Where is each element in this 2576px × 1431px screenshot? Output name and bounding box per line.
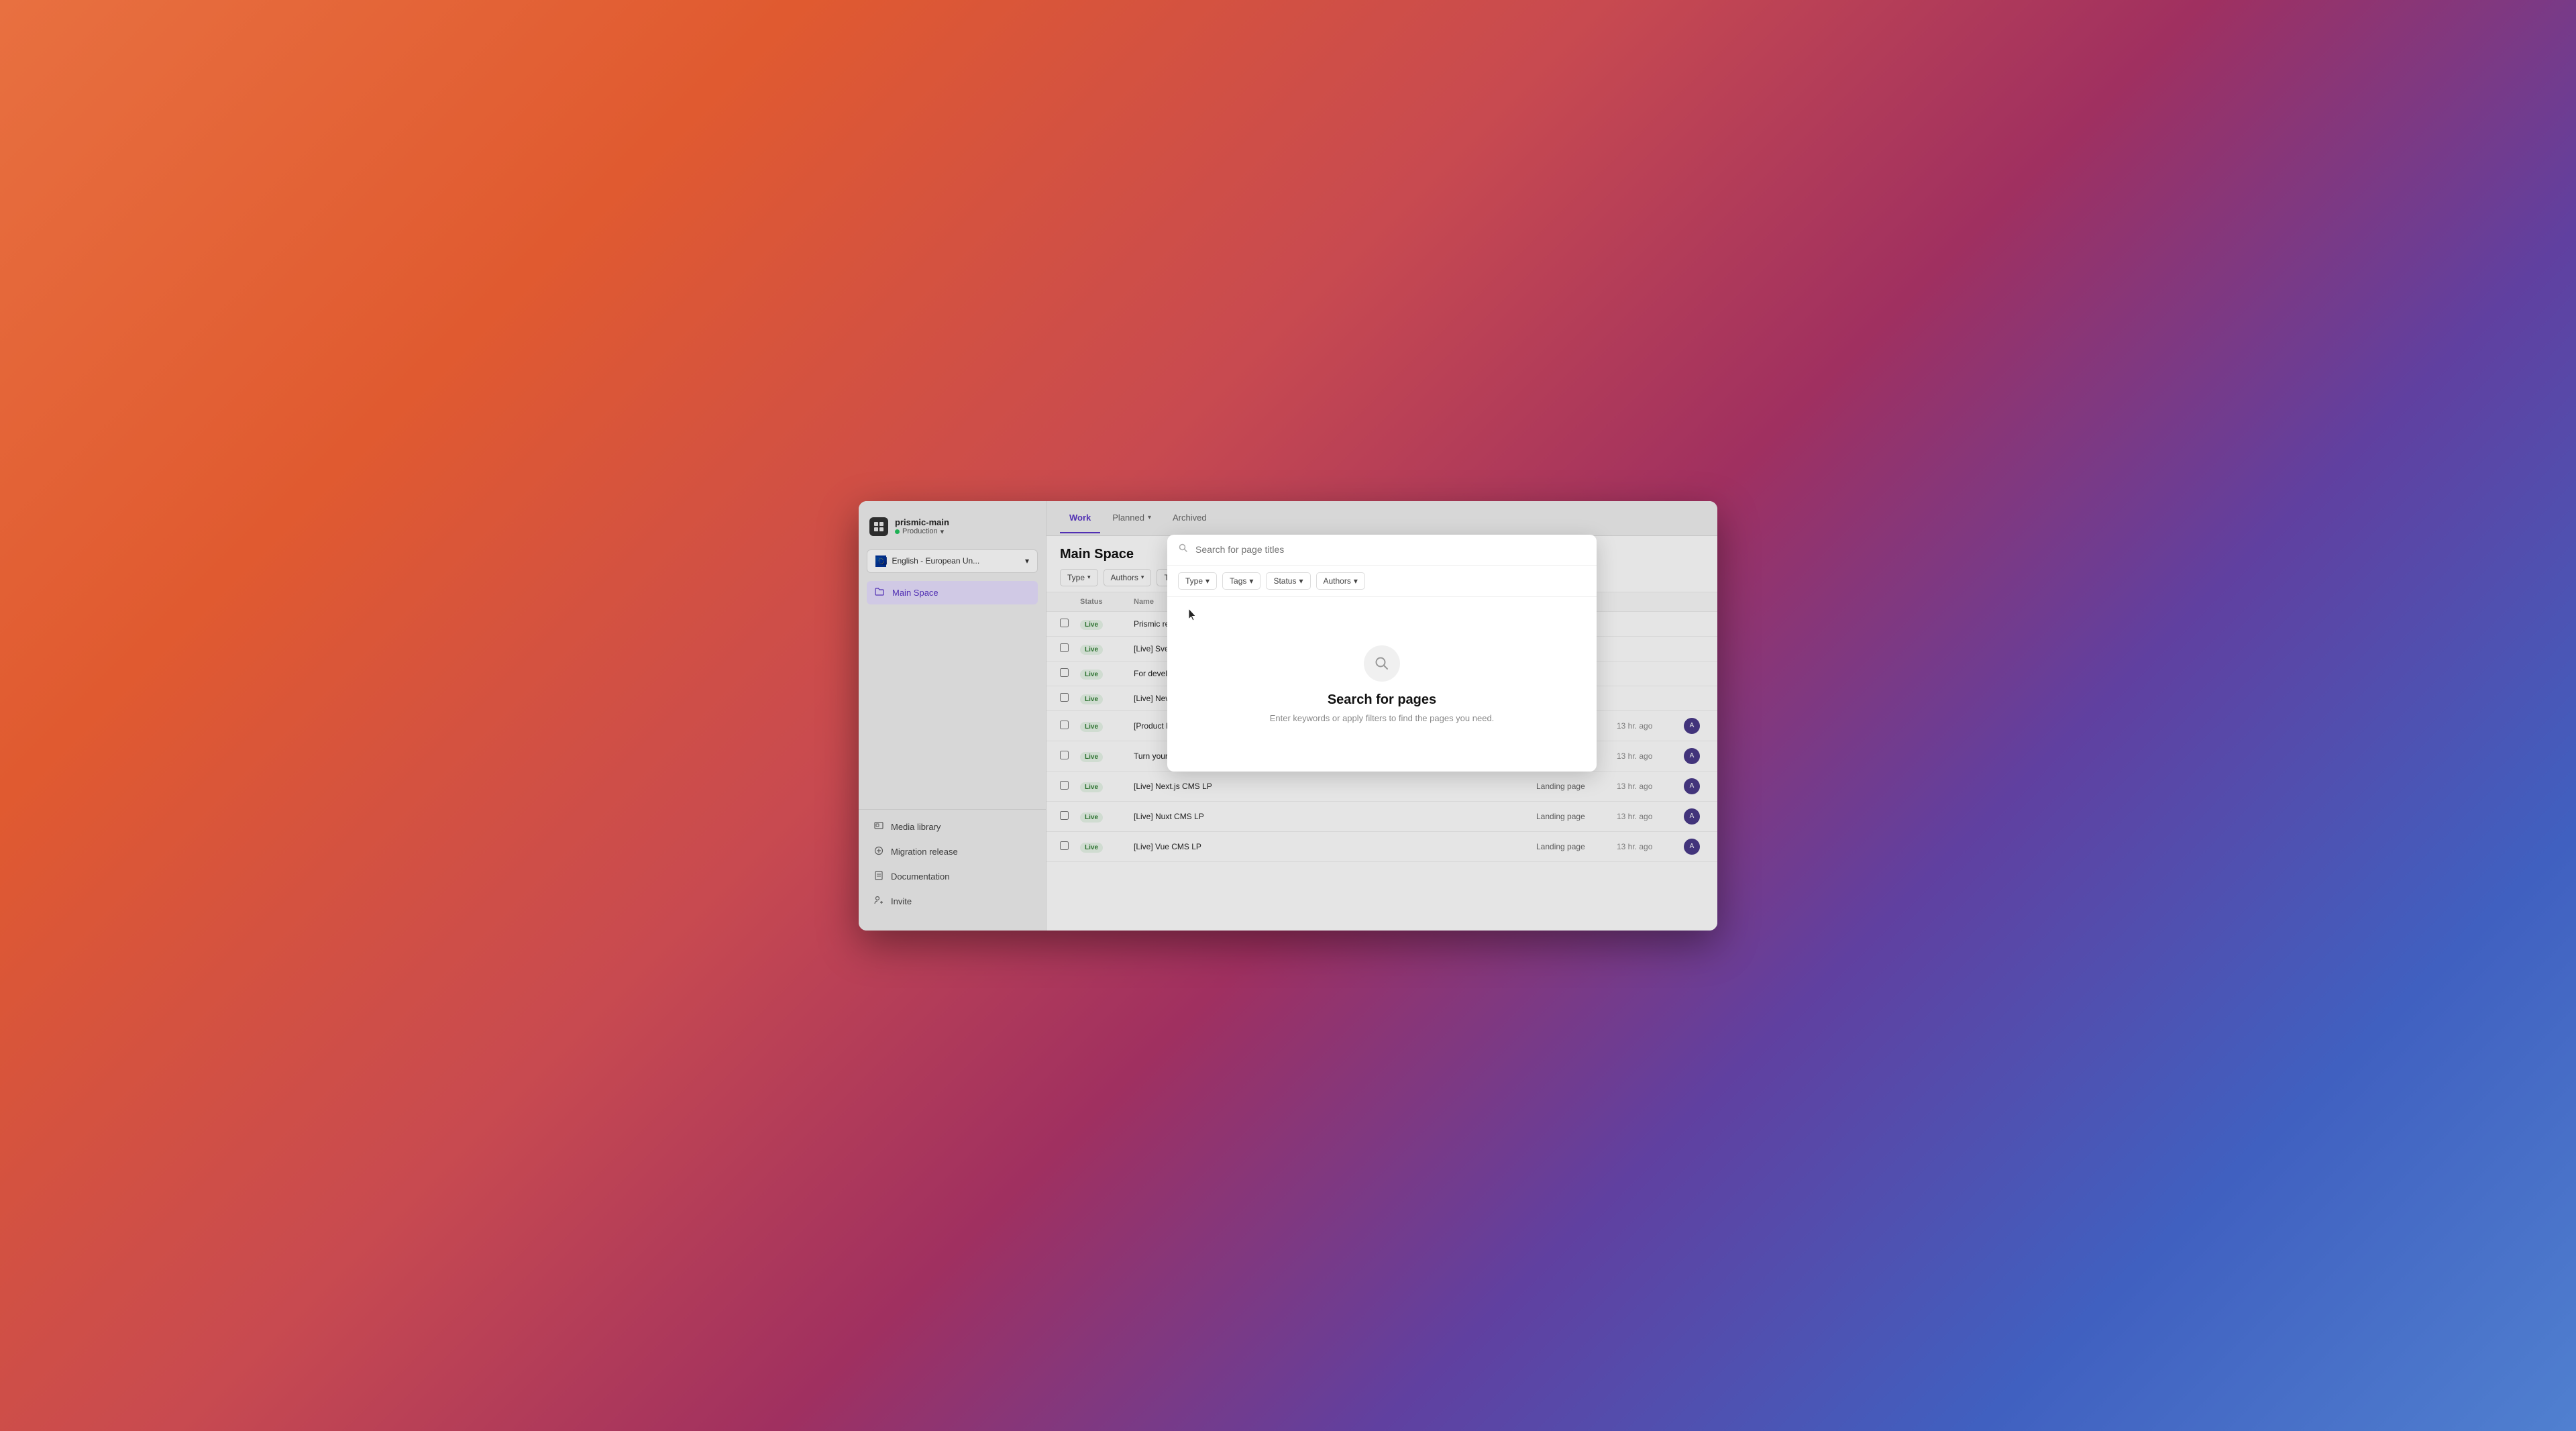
search-input-row (1167, 535, 1597, 566)
search-empty-subtext: Enter keywords or apply filters to find … (1270, 713, 1495, 723)
search-filter-tags-arrow: ▾ (1249, 576, 1253, 586)
search-empty-icon (1364, 645, 1400, 682)
modal-overlay[interactable]: Type ▾ Tags ▾ Status ▾ Authors ▾ (859, 501, 1717, 931)
search-icon (1178, 543, 1189, 557)
search-filter-authors[interactable]: Authors ▾ (1316, 572, 1365, 590)
search-filter-type-arrow: ▾ (1205, 576, 1210, 586)
search-filter-status-label: Status (1273, 576, 1296, 586)
search-filter-authors-arrow: ▾ (1354, 576, 1358, 586)
search-modal: Type ▾ Tags ▾ Status ▾ Authors ▾ (1167, 535, 1597, 772)
search-empty-heading: Search for pages (1328, 692, 1436, 708)
search-filter-row: Type ▾ Tags ▾ Status ▾ Authors ▾ (1167, 566, 1597, 597)
search-filter-status-arrow: ▾ (1299, 576, 1303, 586)
search-filter-authors-label: Authors (1324, 576, 1351, 586)
search-filter-tags[interactable]: Tags ▾ (1222, 572, 1260, 590)
search-filter-type-label: Type (1185, 576, 1203, 586)
app-window: prismic-main Production ▾ 🇪🇺 English - E… (859, 501, 1717, 931)
search-input[interactable] (1195, 544, 1586, 555)
search-empty-state: Search for pages Enter keywords or apply… (1167, 597, 1597, 772)
search-filter-tags-label: Tags (1230, 576, 1246, 586)
search-filter-type[interactable]: Type ▾ (1178, 572, 1217, 590)
search-filter-status[interactable]: Status ▾ (1266, 572, 1310, 590)
